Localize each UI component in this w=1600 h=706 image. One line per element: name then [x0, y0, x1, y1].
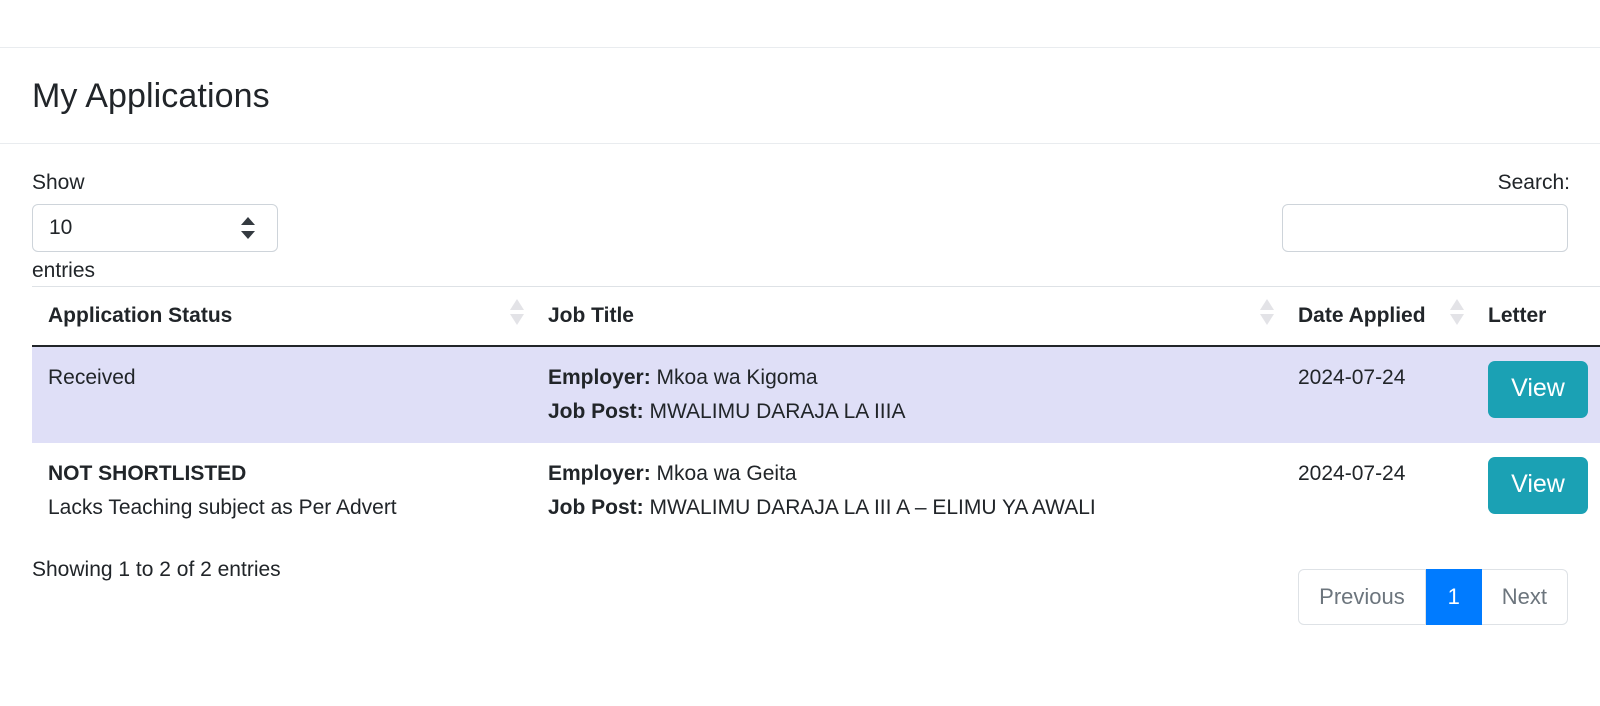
cell-application-status: NOT SHORTLISTED Lacks Teaching subject a… — [32, 443, 532, 539]
cell-letter: View — [1472, 346, 1600, 443]
column-header-date-applied[interactable]: Date Applied — [1282, 286, 1472, 348]
jobpost-line: Job Post: MWALIMU DARAJA LA IIIA — [548, 395, 1256, 429]
column-header-letter[interactable]: Letter — [1472, 286, 1600, 348]
pagination-page-1-button[interactable]: 1 — [1425, 569, 1482, 626]
table-row: NOT SHORTLISTED Lacks Teaching subject a… — [32, 443, 1600, 540]
pagination: Previous 1 Next — [1298, 569, 1568, 626]
sort-icon — [1450, 299, 1464, 326]
sort-icon — [510, 299, 524, 326]
cell-application-status: Received — [32, 346, 532, 443]
card-body: Show 10 entries Search: Application Stat… — [0, 144, 1600, 652]
employer-key: Employer: — [548, 462, 651, 486]
show-label: Show — [32, 170, 85, 194]
search-input[interactable] — [1282, 204, 1568, 253]
jobpost-line: Job Post: MWALIMU DARAJA LA III A – ELIM… — [548, 491, 1256, 525]
column-header-label: Application Status — [48, 303, 233, 327]
entries-label: entries — [32, 259, 96, 283]
jobpost-value: MWALIMU DARAJA LA III A – ELIMU YA AWALI — [649, 496, 1096, 520]
cell-job-title: Employer: Mkoa wa Geita Job Post: MWALIM… — [532, 443, 1282, 539]
jobpost-value: MWALIMU DARAJA LA IIIA — [649, 400, 906, 424]
page-root: My Applications Show 10 entries Search: … — [0, 0, 1600, 706]
table-header-row: Application Status Job Title Date Applie… — [32, 286, 1600, 348]
pagination-next-button[interactable]: Next — [1481, 569, 1568, 626]
employer-value: Mkoa wa Kigoma — [656, 366, 818, 390]
page-title: My Applications — [32, 77, 270, 115]
cell-date-applied: 2024-07-24 — [1298, 366, 1406, 390]
employer-value: Mkoa wa Geita — [656, 462, 797, 486]
entries-info: Showing 1 to 2 of 2 entries — [32, 558, 281, 582]
table-head: Application Status Job Title Date Applie… — [32, 286, 1600, 348]
status-text: NOT SHORTLISTED — [48, 462, 247, 486]
jobpost-key: Job Post: — [548, 400, 644, 424]
search-label: Search: — [1497, 170, 1570, 194]
employer-line: Employer: Mkoa wa Kigoma — [548, 361, 1256, 395]
search-control: Search: — [1282, 168, 1570, 253]
status-note: Lacks Teaching subject as Per Advert — [48, 496, 397, 520]
cell-letter: View — [1472, 443, 1600, 539]
table-row: Received Employer: Mkoa wa Kigoma Job Po… — [32, 346, 1600, 444]
card-header: My Applications — [0, 48, 1600, 144]
employer-line: Employer: Mkoa wa Geita — [548, 457, 1256, 491]
column-header-application-status[interactable]: Application Status — [32, 286, 532, 348]
employer-key: Employer: — [548, 366, 651, 390]
datatable-controls: Show 10 entries Search: — [32, 168, 1570, 287]
status-text: Received — [48, 366, 136, 390]
datatable-footer: Showing 1 to 2 of 2 entries Previous 1 N… — [32, 555, 1568, 651]
length-control: Show 10 entries — [32, 168, 278, 287]
applications-card: My Applications Show 10 entries Search: … — [0, 47, 1600, 652]
view-letter-button[interactable]: View — [1488, 457, 1588, 515]
column-header-job-title[interactable]: Job Title — [532, 286, 1282, 348]
cell-job-title: Employer: Mkoa wa Kigoma Job Post: MWALI… — [532, 346, 1282, 443]
entries-per-page-select[interactable]: 10 — [32, 204, 278, 253]
chevron-updown-icon — [241, 217, 255, 240]
table-body: Received Employer: Mkoa wa Kigoma Job Po… — [32, 346, 1600, 540]
applications-table: Application Status Job Title Date Applie… — [32, 285, 1600, 540]
pagination-previous-button[interactable]: Previous — [1298, 569, 1426, 626]
column-header-label: Letter — [1488, 303, 1547, 327]
entries-per-page-value: 10 — [49, 216, 73, 240]
view-letter-button[interactable]: View — [1488, 361, 1588, 419]
sort-icon — [1260, 299, 1274, 326]
column-header-label: Job Title — [548, 303, 634, 327]
column-header-label: Date Applied — [1298, 303, 1426, 327]
cell-date-applied: 2024-07-24 — [1298, 462, 1406, 486]
jobpost-key: Job Post: — [548, 496, 644, 520]
